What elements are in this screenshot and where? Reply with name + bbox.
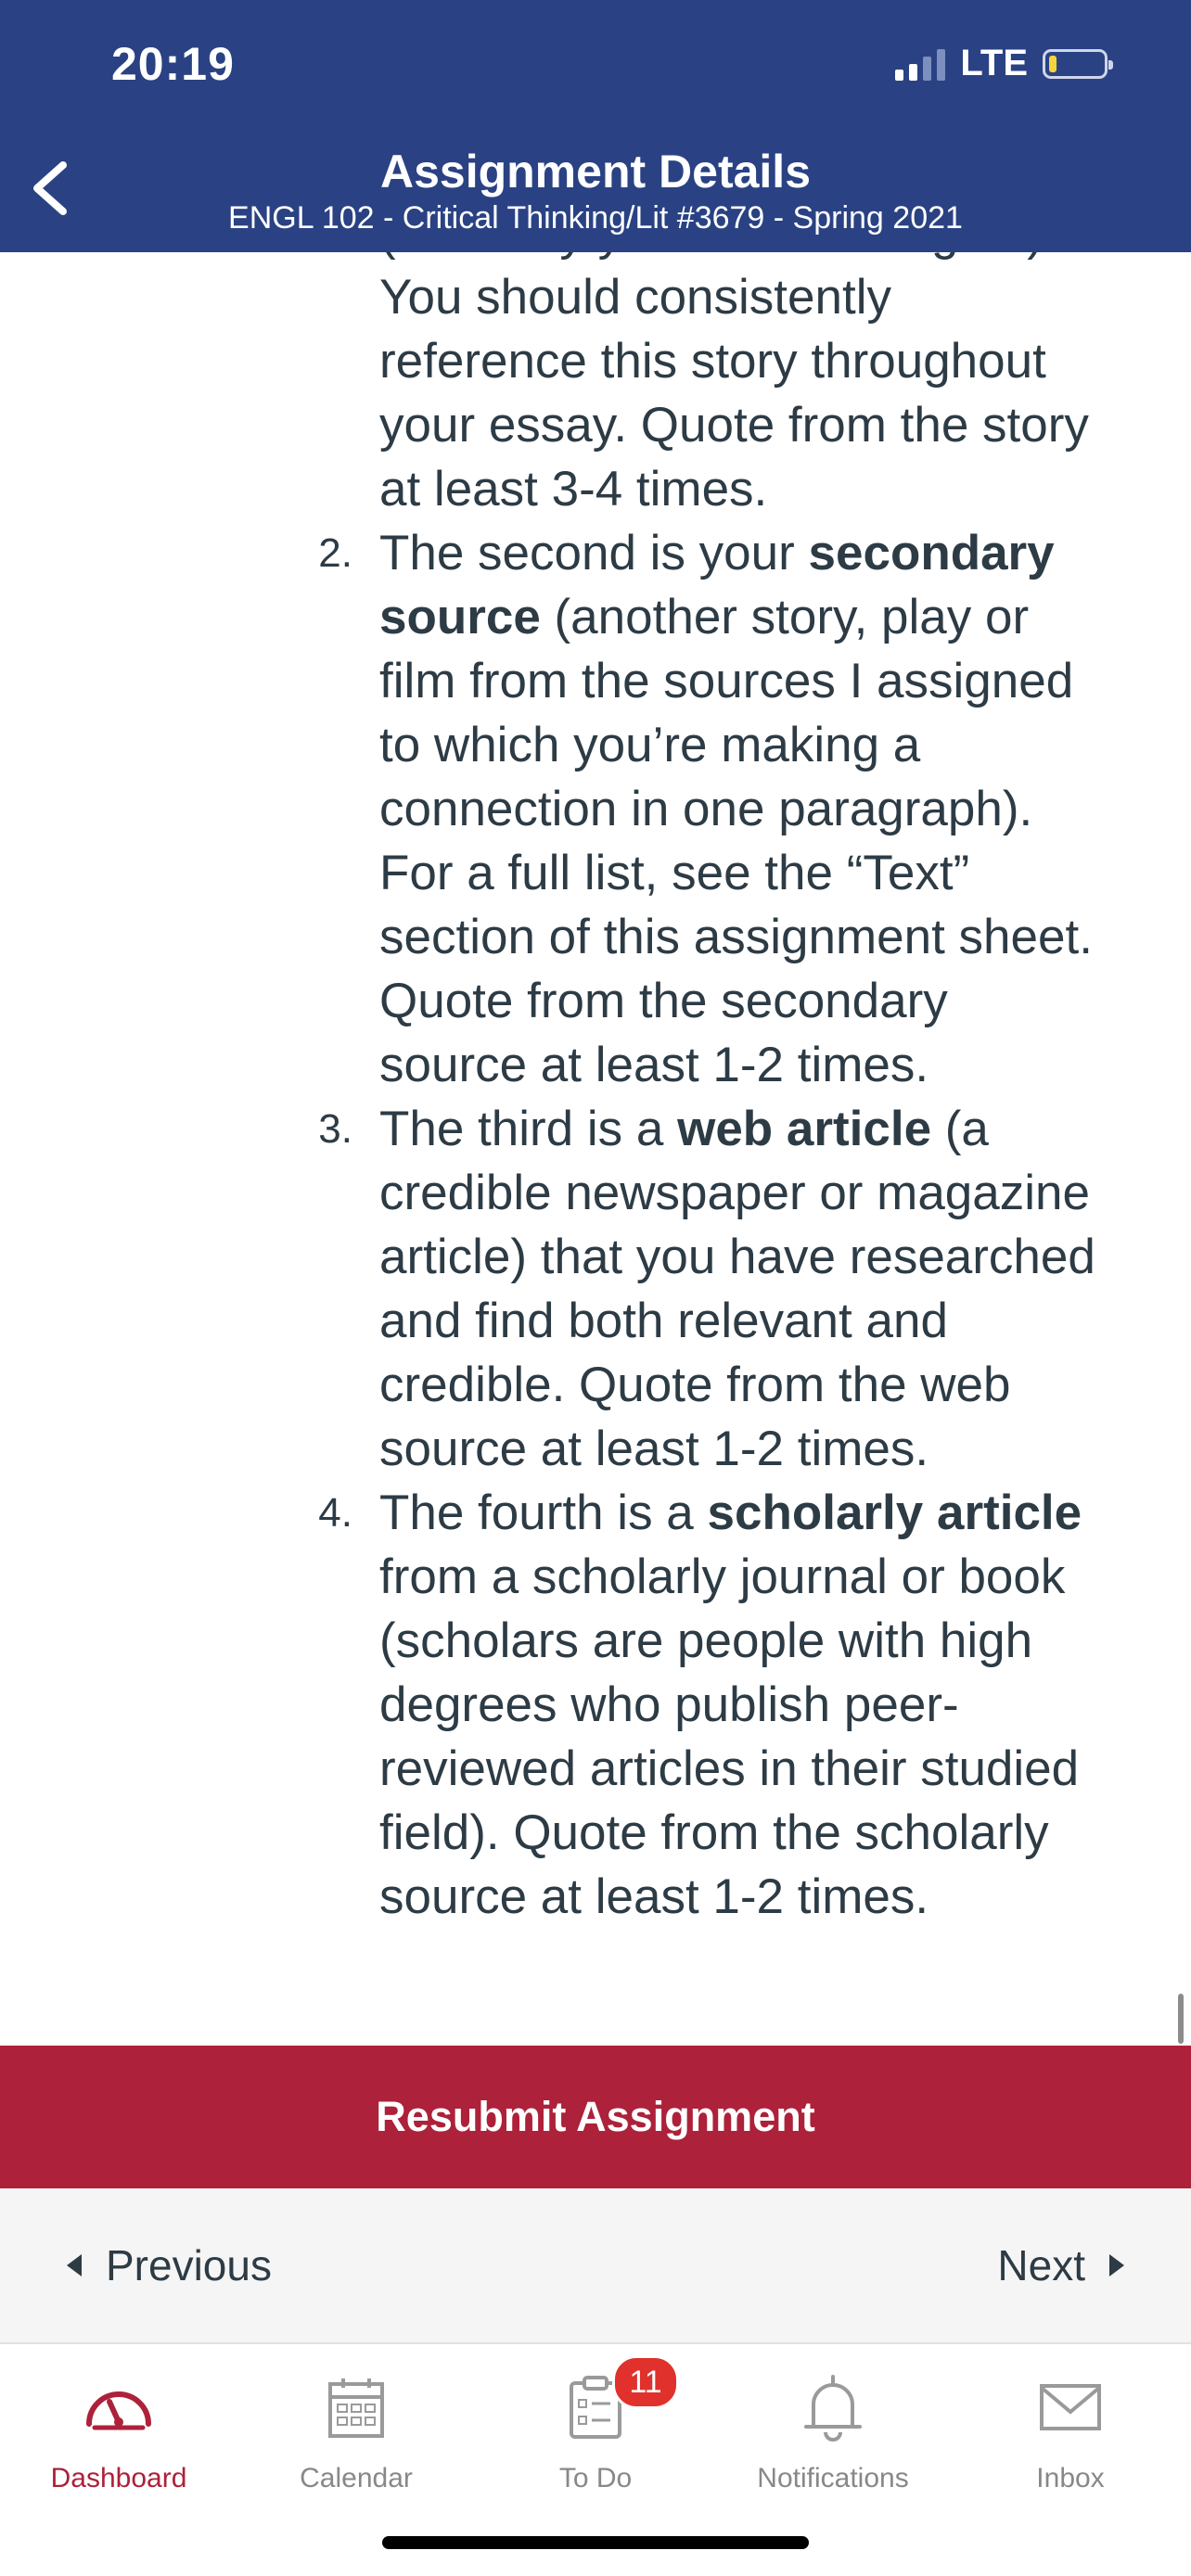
tab-label: Inbox <box>1036 2463 1105 2493</box>
tab-label: Notifications <box>757 2463 909 2493</box>
tab-inbox[interactable]: Inbox <box>952 2361 1189 2494</box>
list-number: 4. <box>318 1490 352 1536</box>
dashboard-icon <box>82 2361 156 2454</box>
page-title: Assignment Details <box>379 146 811 198</box>
text-run: The fourth is a <box>379 1486 708 1540</box>
network-type: LTE <box>960 43 1028 83</box>
text-line: reference this story throughout <box>379 334 1046 389</box>
text-line: source at least 1-2 times. <box>379 1869 929 1924</box>
partial-line: (the story you are focusing on). <box>379 252 1163 265</box>
text-line: The fourth is a scholarly article <box>379 1481 1163 1545</box>
tab-label: Dashboard <box>50 2463 187 2493</box>
home-indicator[interactable] <box>382 2536 809 2549</box>
next-label: Next <box>997 2241 1085 2289</box>
tab-todo[interactable]: 11 To Do <box>477 2355 714 2494</box>
text-line: For a full list, see the “Text” <box>379 846 970 900</box>
previous-button[interactable]: Previous <box>67 2188 272 2342</box>
calendar-icon <box>327 2361 386 2454</box>
list-item-continuation: (the story you are focusing on). You sho… <box>0 252 1191 521</box>
text-line: section of this assignment sheet. <box>379 910 1093 964</box>
list-item-web-article: 3. The third is a web article (a credibl… <box>0 1097 1191 1481</box>
tab-notifications[interactable]: Notifications <box>714 2361 952 2494</box>
resubmit-assignment-button[interactable]: Resubmit Assignment <box>0 2046 1191 2188</box>
text-line: to which you’re making a <box>379 718 921 772</box>
list-item-secondary-source: 2. The second is your secondary source (… <box>0 521 1191 1097</box>
tab-calendar[interactable]: Calendar <box>237 2361 475 2494</box>
bold-term: secondary <box>808 526 1055 580</box>
bell-icon <box>802 2361 864 2454</box>
caret-right-icon <box>1109 2254 1124 2276</box>
next-button[interactable]: Next <box>997 2188 1124 2342</box>
todo-icon: 11 <box>568 2355 679 2454</box>
text-line: Quote from the secondary <box>379 974 948 1028</box>
page-subtitle: ENGL 102 - Critical Thinking/Lit #3679 -… <box>228 200 963 236</box>
text-line: degrees who publish peer- <box>379 1677 959 1732</box>
text-line: The third is a web article (a <box>379 1097 1163 1161</box>
list-number: 2. <box>318 530 352 576</box>
text-line: source at least 1-2 times. <box>379 1038 929 1092</box>
text-line: (scholars are people with high <box>379 1613 1033 1668</box>
text-line: source at least 1-2 times. <box>379 1422 929 1476</box>
text-line: credible newspaper or magazine <box>379 1166 1090 1220</box>
text-line: at least 3-4 times. <box>379 462 768 516</box>
text-run: The second is your <box>379 526 809 580</box>
text-line: reviewed articles in their studied <box>379 1741 1080 1796</box>
text-line: article) that you have researched <box>379 1230 1095 1284</box>
text-run: The third is a <box>379 1102 678 1156</box>
signal-icon <box>895 47 946 81</box>
bold-term: scholarly article <box>707 1486 1082 1540</box>
text-run: (a <box>931 1102 989 1156</box>
text-line: from a scholarly journal or book <box>379 1549 1066 1604</box>
status-indicators: LTE <box>895 43 1113 84</box>
list-number: 3. <box>318 1106 352 1152</box>
text-line: You should consistently <box>379 270 891 325</box>
tab-dashboard[interactable]: Dashboard <box>0 2361 237 2494</box>
scroll-indicator[interactable] <box>1178 1994 1184 2044</box>
text-line: field). Quote from the scholarly <box>379 1805 1049 1860</box>
assignment-description[interactable]: (the story you are focusing on). You sho… <box>0 252 1191 2046</box>
text-line: and find both relevant and <box>379 1294 948 1348</box>
bold-term: web article <box>677 1102 932 1156</box>
text-line: credible. Quote from the web <box>379 1358 1011 1412</box>
bold-term: source <box>379 590 541 644</box>
tab-label: Calendar <box>300 2463 413 2493</box>
text-line: The second is your secondary <box>379 521 1163 585</box>
text-line: source (another story, play or <box>379 585 1163 649</box>
text-line: film from the sources I assigned <box>379 654 1074 708</box>
battery-icon <box>1043 48 1113 79</box>
app-header: 20:19 LTE Assignment Details ENGL 102 - … <box>0 0 1191 252</box>
todo-count-badge: 11 <box>612 2355 679 2409</box>
caret-left-icon <box>67 2254 82 2276</box>
status-time: 20:19 <box>111 38 235 90</box>
text-line: your essay. Quote from the story <box>379 398 1089 453</box>
assignment-pager: Previous Next <box>0 2188 1191 2344</box>
list-item-scholarly-article: 4. The fourth is a scholarly article fro… <box>0 1481 1191 1929</box>
tab-label: To Do <box>558 2463 633 2493</box>
text-run: (another story, play or <box>540 590 1030 644</box>
previous-label: Previous <box>106 2241 272 2289</box>
envelope-icon <box>1038 2361 1103 2454</box>
text-line: connection in one paragraph). <box>379 782 1033 836</box>
